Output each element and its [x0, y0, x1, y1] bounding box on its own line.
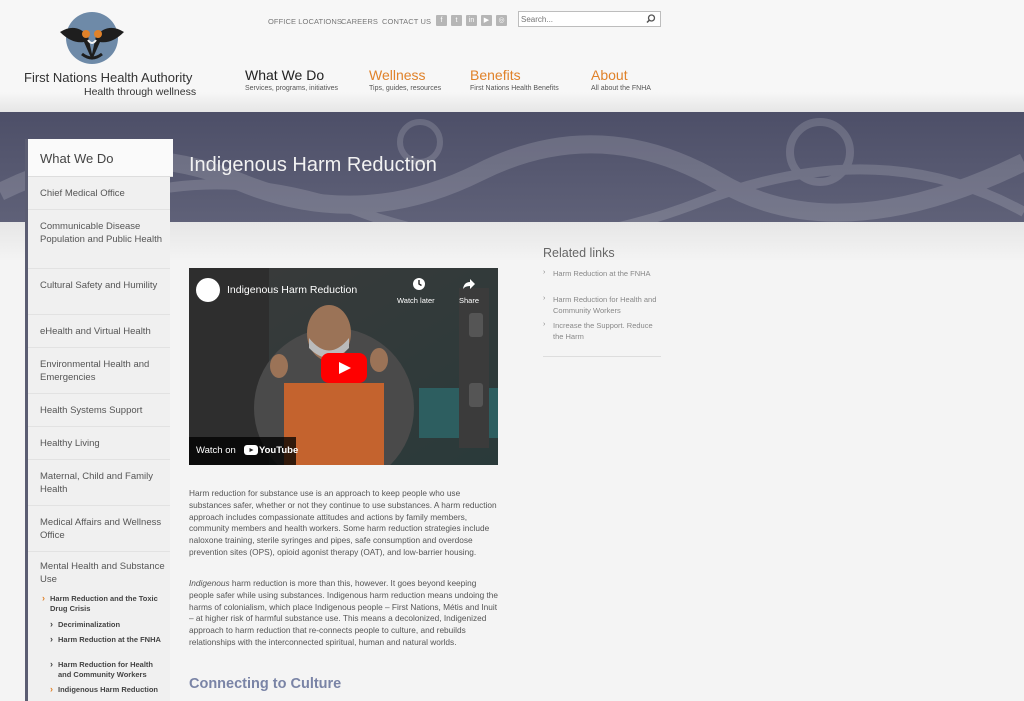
- video-title[interactable]: Indigenous Harm Reduction: [227, 284, 357, 296]
- youtube-label: YouTube: [259, 445, 299, 456]
- instagram-icon[interactable]: ◎: [496, 15, 507, 26]
- related-link-health-community-workers[interactable]: Harm Reduction for Health and Community …: [553, 295, 663, 316]
- nav-benefits[interactable]: Benefits First Nations Health Benefits: [470, 67, 559, 92]
- nav-title: Benefits: [470, 67, 521, 83]
- sidebar-subitem-harm-reduction-crisis[interactable]: Harm Reduction and the Toxic Drug Crisis: [28, 594, 170, 614]
- search-box: [518, 11, 661, 27]
- related-link-harm-reduction-fnha[interactable]: Harm Reduction at the FNHA: [553, 269, 663, 280]
- nav-subtitle: All about the FNHA: [591, 85, 651, 92]
- sidebar-subitem-indigenous-harm-reduction[interactable]: Indigenous Harm Reduction: [28, 685, 170, 695]
- sidebar-item-health-systems[interactable]: Health Systems Support: [28, 394, 170, 427]
- search-input[interactable]: [521, 13, 641, 25]
- sidebar-item-medical-affairs[interactable]: Medical Affairs and Wellness Office: [28, 506, 170, 552]
- youtube-icon[interactable]: ▶: [481, 15, 492, 26]
- sidebar-item-cultural-safety[interactable]: Cultural Safety and Humility: [28, 269, 170, 315]
- logo-tagline: Health through wellness: [84, 86, 197, 98]
- sidebar-item-environmental-health[interactable]: Environmental Health and Emergencies: [28, 348, 170, 394]
- logo-name: First Nations Health Authority: [24, 70, 193, 85]
- nav-subtitle: Tips, guides, resources: [369, 85, 442, 92]
- play-button-icon[interactable]: [321, 353, 367, 383]
- contact-us-link[interactable]: CONTACT US: [382, 17, 431, 26]
- careers-link[interactable]: CAREERS: [341, 17, 378, 26]
- watch-on-youtube-button[interactable]: Watch on YouTube: [189, 437, 299, 465]
- sidebar-item-maternal-child[interactable]: Maternal, Child and Family Health: [28, 460, 170, 506]
- watch-on-label: Watch on: [196, 445, 236, 456]
- sidebar-nav: What We Do Chief Medical Office Communic…: [25, 139, 173, 701]
- sidebar-item-communicable-disease[interactable]: Communicable Disease Population and Publ…: [28, 210, 170, 269]
- office-locations-link[interactable]: OFFICE LOCATIONS: [268, 17, 342, 26]
- twitter-icon[interactable]: t: [451, 15, 462, 26]
- fnha-logo-icon[interactable]: [56, 10, 128, 70]
- nav-title: Wellness: [369, 67, 426, 83]
- nav-title: What We Do: [245, 67, 325, 83]
- body-paragraph-1: Harm reduction for substance use is an a…: [189, 488, 497, 557]
- sidebar-subitem-decriminalization[interactable]: Decriminalization: [28, 620, 170, 630]
- emphasis-text: Indigenous: [189, 578, 230, 588]
- watch-later-label[interactable]: Watch later: [397, 296, 435, 305]
- search-icon[interactable]: [645, 13, 657, 25]
- video-player[interactable]: Indigenous Harm Reduction Watch later Sh…: [189, 268, 498, 465]
- facebook-icon[interactable]: f: [436, 15, 447, 26]
- nav-wellness[interactable]: Wellness Tips, guides, resources: [369, 67, 441, 92]
- nav-title: About: [591, 67, 628, 83]
- body-paragraph-2: Indigenous harm reduction is more than t…: [189, 578, 499, 649]
- nav-about[interactable]: About All about the FNHA: [591, 67, 651, 92]
- related-links-title: Related links: [543, 246, 615, 260]
- divider: [543, 356, 661, 357]
- linkedin-icon[interactable]: in: [466, 15, 477, 26]
- sidebar-subitem-health-community-workers[interactable]: Harm Reduction for Health and Community …: [28, 660, 170, 680]
- clock-icon[interactable]: [412, 277, 426, 291]
- sidebar-item-healthy-living[interactable]: Healthy Living: [28, 427, 170, 460]
- sidebar-subitem-harm-reduction-fnha[interactable]: Harm Reduction at the FNHA: [28, 635, 170, 645]
- site-header: First Nations Health Authority Health th…: [0, 0, 1024, 112]
- page-title: Indigenous Harm Reduction: [189, 154, 437, 176]
- sidebar-item-mental-health[interactable]: Mental Health and Substance Use: [28, 552, 170, 590]
- nav-subtitle: First Nations Health Benefits: [470, 85, 559, 92]
- share-label[interactable]: Share: [459, 296, 479, 305]
- chevron-right-icon: ›: [543, 295, 546, 302]
- paragraph-text: harm reduction is more than this, howeve…: [189, 578, 499, 647]
- youtube-logo-icon: [244, 445, 258, 455]
- related-link-increase-support[interactable]: Increase the Support. Reduce the Harm: [553, 321, 663, 342]
- nav-what-we-do[interactable]: What We Do Services, programs, initiativ…: [245, 67, 338, 92]
- chevron-right-icon: ›: [543, 321, 546, 328]
- sidebar-heading[interactable]: What We Do: [28, 139, 173, 177]
- sidebar-item-chief-medical-office[interactable]: Chief Medical Office: [28, 177, 170, 210]
- share-icon[interactable]: [462, 277, 476, 291]
- chevron-right-icon: ›: [543, 269, 546, 276]
- sidebar-item-ehealth[interactable]: eHealth and Virtual Health: [28, 315, 170, 348]
- section-heading: Connecting to Culture: [189, 676, 342, 692]
- nav-subtitle: Services, programs, initiatives: [245, 85, 338, 92]
- channel-avatar[interactable]: [196, 278, 220, 302]
